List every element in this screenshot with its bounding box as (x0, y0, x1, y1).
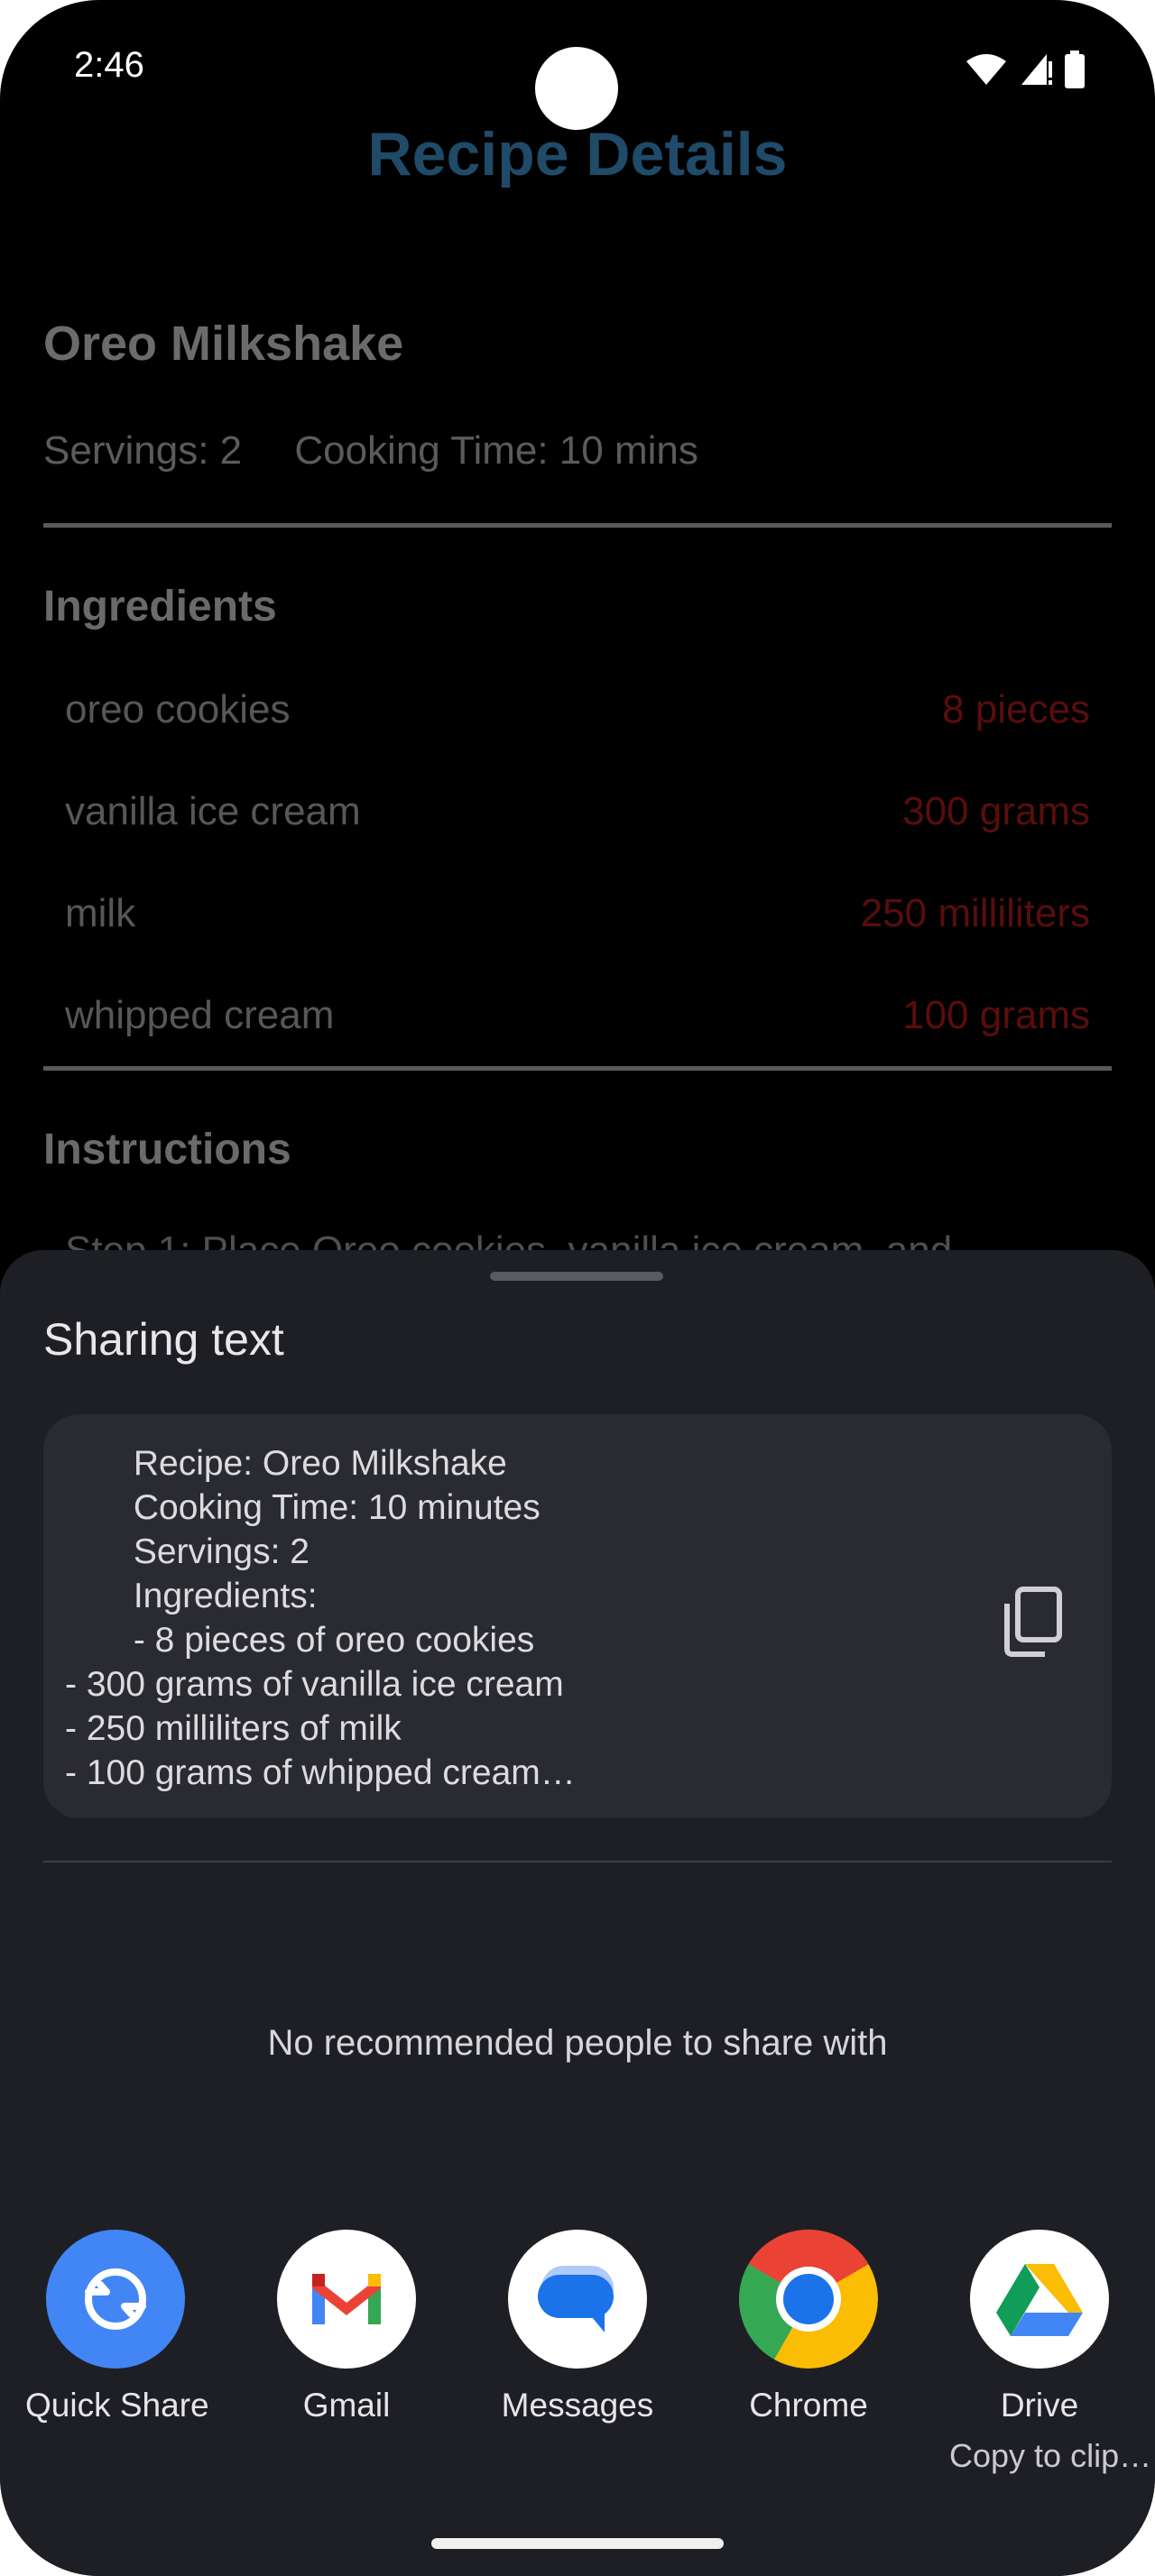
share-target-label: Gmail (302, 2387, 391, 2424)
ingredient-quantity: 8 pieces (942, 687, 1090, 731)
battery-icon (1065, 51, 1085, 88)
ingredient-name: milk (65, 891, 136, 935)
share-target-quick-share[interactable]: Quick Share (25, 2230, 209, 2424)
ingredient-quantity: 100 grams (902, 993, 1090, 1037)
instructions-title: Instructions (43, 1126, 291, 1173)
chrome-icon (739, 2230, 878, 2369)
ingredient-name: oreo cookies (65, 687, 291, 731)
share-preview-text: Recipe: Oreo Milkshake Cooking Time: 10 … (65, 1444, 576, 1792)
copy-icon[interactable] (1002, 1586, 1065, 1658)
share-target-label: Chrome (749, 2387, 868, 2424)
sheet-divider (43, 1861, 1112, 1863)
ingredient-name: vanilla ice cream (65, 789, 361, 833)
share-target-label: Quick Share (25, 2387, 209, 2424)
divider (43, 523, 1112, 528)
share-target-chrome[interactable]: Chrome (718, 2230, 899, 2424)
share-target-messages[interactable]: Messages (487, 2230, 668, 2424)
gmail-icon (277, 2230, 416, 2369)
quick-share-icon (46, 2230, 185, 2369)
status-icons (966, 51, 1085, 88)
ingredient-quantity: 250 milliliters (860, 891, 1090, 935)
home-indicator[interactable] (431, 2538, 724, 2549)
servings-text: Servings: 2 (43, 428, 243, 473)
wifi-icon (966, 54, 1006, 85)
ingredient-row: oreo cookies 8 pieces (65, 687, 1090, 741)
ingredients-title: Ingredients (43, 583, 277, 630)
ingredient-row: whipped cream 100 grams (65, 993, 1090, 1047)
ingredient-row: milk 250 milliliters (65, 891, 1090, 945)
share-target-label: Drive (1000, 2387, 1079, 2424)
status-bar: 2:46 (0, 0, 1155, 135)
share-target-gmail[interactable]: Gmail (256, 2230, 437, 2424)
share-sheet[interactable]: Sharing text Recipe: Oreo Milkshake Cook… (0, 1250, 1155, 2576)
ingredient-row: vanilla ice cream 300 grams (65, 789, 1090, 843)
recipe-meta: Servings: 2 Cooking Time: 10 mins (43, 428, 740, 474)
ingredient-name: whipped cream (65, 993, 335, 1037)
phone-screen: 2:46 Recipe Details Oreo Milkshake Servi… (0, 0, 1155, 2576)
no-recommended-people-text: No recommended people to share with (267, 2023, 888, 2063)
share-sheet-title: Sharing text (43, 1314, 284, 1365)
status-time: 2:46 (74, 45, 144, 85)
share-preview-card: Recipe: Oreo Milkshake Cooking Time: 10 … (43, 1414, 1112, 1818)
camera-cutout (535, 47, 618, 130)
share-target-sublabel: Copy to clip… (949, 2437, 1152, 2474)
recipe-name: Oreo Milkshake (43, 317, 404, 371)
drive-icon (970, 2230, 1109, 2369)
share-target-label: Messages (501, 2387, 654, 2424)
share-target-drive[interactable]: Drive Copy to clip… (949, 2230, 1152, 2475)
cooking-time-text: Cooking Time: 10 mins (294, 428, 698, 473)
drag-handle[interactable] (490, 1272, 663, 1281)
ingredient-quantity: 300 grams (902, 789, 1090, 833)
signal-icon (1021, 54, 1052, 85)
messages-icon (508, 2230, 647, 2369)
divider (43, 1066, 1112, 1071)
page-title: Recipe Details (367, 120, 788, 189)
